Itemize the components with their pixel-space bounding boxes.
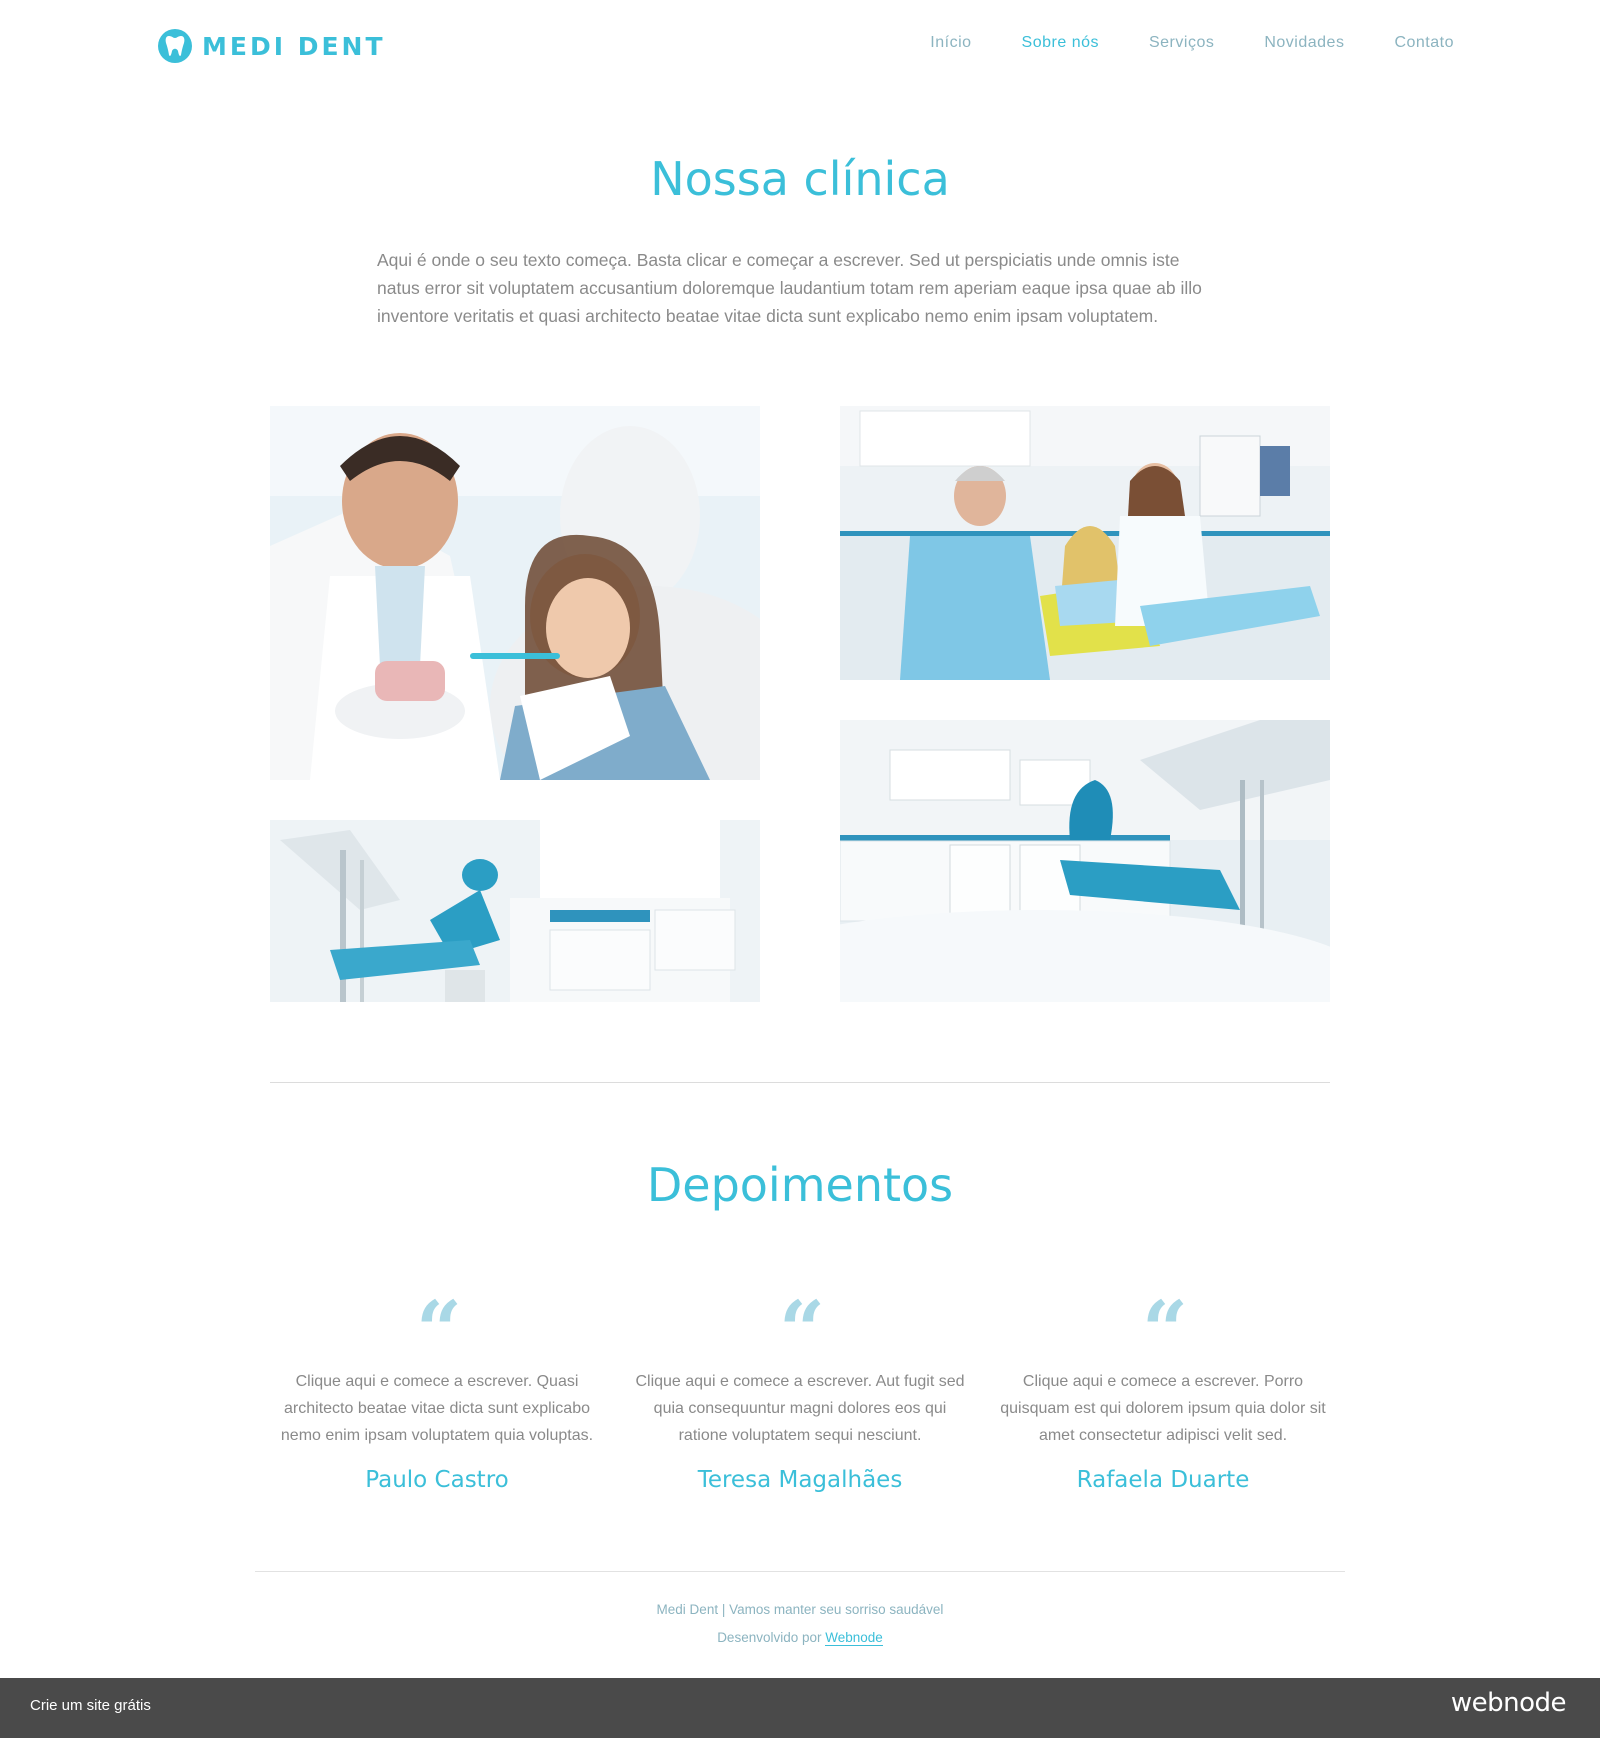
webnode-logo[interactable]: webnode [1451,1688,1567,1718]
footer-tagline: Medi Dent | Vamos manter seu sorriso sau… [656,1602,944,1617]
testimonial-card: “ Clique aqui e comece a escrever. Aut f… [635,1283,965,1493]
testimonial-name: Rafaela Duarte [1076,1467,1250,1493]
quote-icon: “ [415,1283,462,1377]
clinic-title: Nossa clínica [650,152,950,206]
create-site-link[interactable]: Crie um site grátis [30,1697,151,1714]
nav-contato[interactable]: Contato [1394,34,1454,52]
photo-dental-room [840,720,1330,1002]
promo-bar [0,1678,1600,1738]
quote-icon: “ [1141,1283,1188,1377]
testimonial-card: “ Clique aqui e comece a escrever. Quasi… [272,1283,602,1493]
webnode-link[interactable]: Webnode [825,1630,883,1646]
testimonial-text: Clique aqui e comece a escrever. Aut fug… [635,1373,965,1444]
testimonial-card: “ Clique aqui e comece a escrever. Porro… [998,1283,1328,1493]
photo-dental-team [840,406,1330,680]
testimonials-title: Depoimentos [646,1158,954,1212]
photo-dental-chair [270,820,760,1002]
footer-divider [255,1571,1345,1572]
testimonial-name: Teresa Magalhães [697,1467,903,1493]
site-logo[interactable]: MEDI DENT [158,28,386,64]
footer-developed-by: Desenvolvido por [717,1630,822,1645]
footer-credits: Desenvolvido por Webnode [0,1630,1600,1646]
testimonial-text: Clique aqui e comece a escrever. Porro q… [1000,1373,1326,1444]
nav-novidades[interactable]: Novidades [1264,34,1344,52]
nav-sobre-nos[interactable]: Sobre nós [1022,34,1099,52]
testimonial-name: Paulo Castro [365,1467,509,1493]
logo-text: MEDI DENT [202,31,386,61]
section-divider [270,1082,1330,1083]
clinic-text: Aqui é onde o seu texto começa. Basta cl… [377,250,1202,326]
photo-dentist-child [270,406,760,780]
testimonial-text: Clique aqui e comece a escrever. Quasi a… [280,1373,594,1444]
quote-icon: “ [778,1283,825,1377]
nav-inicio[interactable]: Início [930,34,971,52]
tooth-icon [158,29,192,63]
nav-servicos[interactable]: Serviços [1149,34,1214,52]
main-nav: Início Sobre nós Serviços Novidades Cont… [930,34,1454,52]
